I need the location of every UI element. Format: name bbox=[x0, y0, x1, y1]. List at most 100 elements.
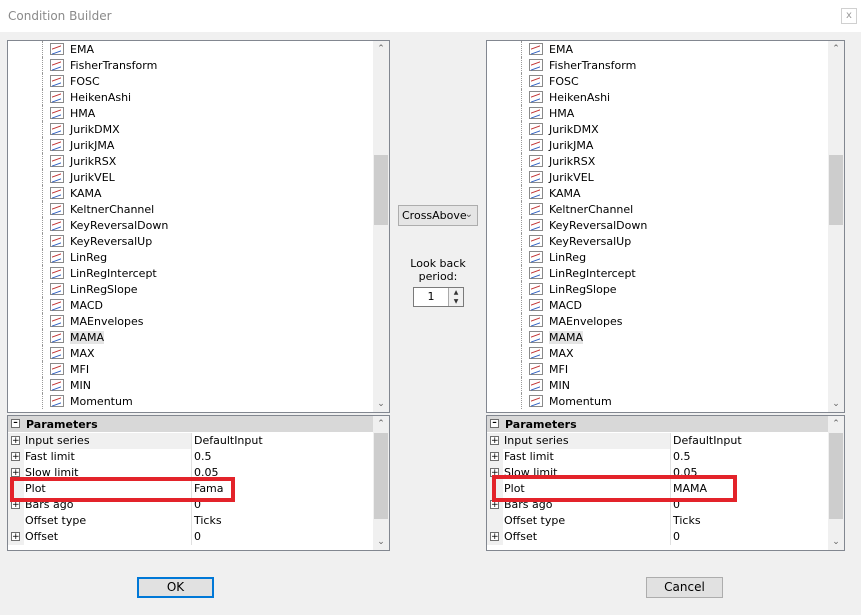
tree-item[interactable]: JurikJMA bbox=[521, 137, 593, 153]
tree-item[interactable]: MIN bbox=[42, 377, 91, 393]
expand-icon[interactable]: + bbox=[490, 436, 499, 446]
cancel-button[interactable]: Cancel bbox=[646, 577, 723, 598]
scroll-thumb[interactable] bbox=[374, 155, 388, 225]
ok-button[interactable]: OK bbox=[137, 577, 214, 598]
scroll-thumb[interactable] bbox=[829, 155, 843, 225]
scroll-down-icon[interactable]: ⌄ bbox=[373, 396, 389, 412]
parameter-value[interactable]: 0 bbox=[191, 529, 373, 545]
tree-item[interactable]: LinReg bbox=[521, 249, 587, 265]
tree-item[interactable]: JurikJMA bbox=[42, 137, 114, 153]
tree-item-label: LinReg bbox=[549, 250, 587, 264]
scroll-down-icon[interactable]: ⌄ bbox=[828, 396, 844, 412]
expand-icon[interactable]: + bbox=[11, 436, 20, 446]
scroll-thumb[interactable] bbox=[829, 433, 843, 519]
tree-item[interactable]: LinRegIntercept bbox=[42, 265, 157, 281]
scroll-up-icon[interactable]: ⌃ bbox=[828, 41, 844, 57]
parameters-header[interactable]: – Parameters bbox=[487, 416, 828, 432]
close-button[interactable]: x bbox=[841, 8, 857, 24]
collapse-icon[interactable]: – bbox=[490, 419, 499, 428]
expand-icon[interactable]: + bbox=[11, 468, 20, 478]
left-indicator-tree[interactable]: ⌃ ⌄ EMA FisherTransform FOSC HeikenAshi HMA J… bbox=[7, 40, 390, 413]
tree-item[interactable]: MACD bbox=[42, 297, 103, 313]
parameter-row[interactable]: Offset type Ticks bbox=[487, 513, 828, 529]
tree-item[interactable]: HMA bbox=[521, 105, 574, 121]
parameter-value[interactable]: 0.5 bbox=[191, 449, 373, 465]
expand-icon[interactable]: + bbox=[11, 452, 20, 462]
tree-item[interactable]: JurikVEL bbox=[42, 169, 115, 185]
tree-item[interactable]: FisherTransform bbox=[42, 57, 157, 73]
tree-item[interactable]: EMA bbox=[42, 41, 94, 57]
expand-icon[interactable]: + bbox=[490, 532, 499, 542]
tree-item[interactable]: LinRegSlope bbox=[42, 281, 138, 297]
right-grid-scrollbar[interactable]: ⌃ ⌄ bbox=[828, 416, 844, 550]
lookback-stepper[interactable]: 1 ▲ ▼ bbox=[413, 287, 464, 307]
tree-item[interactable]: MFI bbox=[42, 361, 89, 377]
tree-item[interactable]: HeikenAshi bbox=[521, 89, 610, 105]
tree-item[interactable]: MAX bbox=[42, 345, 95, 361]
tree-item[interactable]: JurikRSX bbox=[521, 153, 595, 169]
right-tree-scrollbar[interactable]: ⌃ ⌄ bbox=[828, 41, 844, 412]
tree-item[interactable]: KeltnerChannel bbox=[521, 201, 633, 217]
left-tree-scrollbar[interactable]: ⌃ ⌄ bbox=[373, 41, 389, 412]
parameter-value[interactable]: 0.5 bbox=[670, 449, 828, 465]
tree-item[interactable]: MIN bbox=[521, 377, 570, 393]
parameter-row[interactable]: + Offset 0 bbox=[8, 529, 373, 545]
parameter-row[interactable]: + Offset 0 bbox=[487, 529, 828, 545]
scroll-thumb[interactable] bbox=[374, 433, 388, 519]
tree-item[interactable]: FisherTransform bbox=[521, 57, 636, 73]
tree-item[interactable]: MFI bbox=[521, 361, 568, 377]
parameter-row[interactable]: + Fast limit 0.5 bbox=[487, 449, 828, 465]
parameter-value[interactable]: Ticks bbox=[670, 513, 828, 529]
parameter-row[interactable]: Offset type Ticks bbox=[8, 513, 373, 529]
tree-item[interactable]: HeikenAshi bbox=[42, 89, 131, 105]
tree-item[interactable]: FOSC bbox=[521, 73, 579, 89]
scroll-down-icon[interactable]: ⌄ bbox=[828, 534, 844, 550]
tree-item[interactable]: HMA bbox=[42, 105, 95, 121]
parameter-row[interactable]: + Input series DefaultInput bbox=[487, 433, 828, 449]
tree-item[interactable]: KeyReversalDown bbox=[42, 217, 168, 233]
left-grid-scrollbar[interactable]: ⌃ ⌄ bbox=[373, 416, 389, 550]
scroll-up-icon[interactable]: ⌃ bbox=[828, 416, 844, 432]
collapse-icon[interactable]: – bbox=[11, 419, 20, 428]
parameter-value[interactable]: 0 bbox=[670, 529, 828, 545]
tree-item[interactable]: Momentum bbox=[521, 393, 612, 409]
stepper-down-icon[interactable]: ▼ bbox=[448, 297, 463, 306]
tree-item[interactable]: EMA bbox=[521, 41, 573, 57]
parameters-header[interactable]: – Parameters bbox=[8, 416, 373, 432]
parameter-row[interactable]: + Input series DefaultInput bbox=[8, 433, 373, 449]
tree-item[interactable]: JurikVEL bbox=[521, 169, 594, 185]
tree-item[interactable]: MAEnvelopes bbox=[521, 313, 622, 329]
tree-item[interactable]: KAMA bbox=[42, 185, 102, 201]
tree-item[interactable]: JurikDMX bbox=[42, 121, 120, 137]
stepper-up-icon[interactable]: ▲ bbox=[448, 288, 463, 297]
tree-item[interactable]: FOSC bbox=[42, 73, 100, 89]
tree-item[interactable]: KeyReversalUp bbox=[521, 233, 631, 249]
tree-item[interactable]: JurikDMX bbox=[521, 121, 599, 137]
tree-item[interactable]: MAEnvelopes bbox=[42, 313, 143, 329]
expand-icon[interactable]: + bbox=[11, 532, 20, 542]
operator-dropdown[interactable]: CrossAbove ⌄ bbox=[398, 205, 478, 226]
right-indicator-tree[interactable]: ⌃ ⌄ EMA FisherTransform FOSC HeikenAshi HMA J… bbox=[486, 40, 845, 413]
tree-item[interactable]: LinRegIntercept bbox=[521, 265, 636, 281]
scroll-up-icon[interactable]: ⌃ bbox=[373, 41, 389, 57]
tree-item[interactable]: KeltnerChannel bbox=[42, 201, 154, 217]
tree-item[interactable]: KAMA bbox=[521, 185, 581, 201]
expand-icon[interactable]: + bbox=[490, 452, 499, 462]
tree-item[interactable]: LinRegSlope bbox=[521, 281, 617, 297]
parameter-value[interactable]: DefaultInput bbox=[191, 433, 373, 449]
tree-item[interactable]: MAX bbox=[521, 345, 574, 361]
tree-item[interactable]: MAMA bbox=[521, 329, 584, 345]
lookback-value[interactable]: 1 bbox=[414, 288, 448, 306]
tree-item[interactable]: MAMA bbox=[42, 329, 105, 345]
tree-item[interactable]: Momentum bbox=[42, 393, 133, 409]
tree-item[interactable]: KeyReversalUp bbox=[42, 233, 152, 249]
tree-item[interactable]: JurikRSX bbox=[42, 153, 116, 169]
scroll-up-icon[interactable]: ⌃ bbox=[373, 416, 389, 432]
parameter-value[interactable]: Ticks bbox=[191, 513, 373, 529]
parameter-row[interactable]: + Fast limit 0.5 bbox=[8, 449, 373, 465]
parameter-value[interactable]: DefaultInput bbox=[670, 433, 828, 449]
tree-item[interactable]: MACD bbox=[521, 297, 582, 313]
scroll-down-icon[interactable]: ⌄ bbox=[373, 534, 389, 550]
tree-item[interactable]: LinReg bbox=[42, 249, 107, 265]
tree-item[interactable]: KeyReversalDown bbox=[521, 217, 647, 233]
